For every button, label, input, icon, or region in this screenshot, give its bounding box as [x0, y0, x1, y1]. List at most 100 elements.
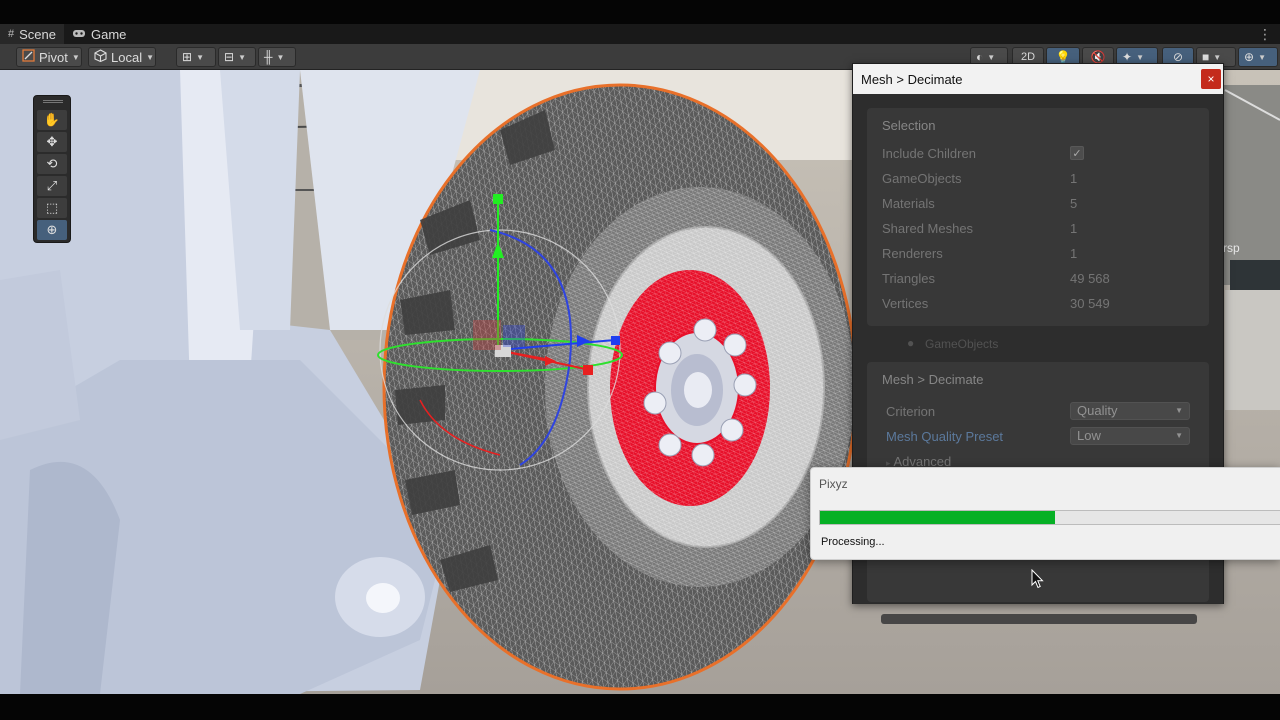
hand-icon: ✋ [43, 112, 61, 127]
scale-icon: ⤢ [46, 178, 58, 193]
stat-label: Renderers [882, 246, 943, 261]
stat-row: Vertices 30 549 [882, 296, 1192, 311]
editor-tab-strip: # Scene Game ⋮ [0, 24, 1280, 44]
close-icon: × [1207, 72, 1215, 86]
tab-scene[interactable]: # Scene [0, 24, 64, 44]
stat-label: Triangles [882, 271, 935, 286]
lightbulb-icon: 💡 [1055, 50, 1071, 64]
tab-game[interactable]: Game [64, 24, 134, 44]
ruler-icon: ╫ [264, 50, 273, 64]
pivot-dropdown[interactable]: Pivot ▼ [16, 47, 82, 67]
chevron-down-icon: ▼ [1175, 406, 1183, 415]
stat-row: Triangles 49 568 [882, 271, 1192, 286]
stat-value: 1 [1070, 221, 1078, 236]
cube-icon [94, 49, 107, 65]
palette-grip-icon[interactable] [43, 100, 63, 103]
progress-status: Processing... [821, 536, 885, 548]
tab-scene-label: Scene [19, 26, 56, 42]
stat-value: 1 [1070, 246, 1078, 261]
local-dropdown[interactable]: Local ▼ [88, 47, 156, 67]
stat-value: 30 549 [1070, 296, 1110, 311]
grid-icon: # [8, 28, 15, 40]
stat-label: GameObjects [882, 171, 962, 186]
globe-icon: ⊕ [1244, 50, 1255, 64]
chevron-down-icon: ▼ [1136, 52, 1144, 62]
grid-snap-icon: ⊞ [182, 50, 193, 64]
camera-icon: ■ [1202, 50, 1210, 64]
preset-label: Mesh Quality Preset [886, 429, 1004, 444]
grid-snap-dropdown[interactable]: ⊞ ▼ [176, 47, 216, 67]
move-icon: ✥ [46, 134, 58, 149]
stat-row: Shared Meshes 1 [882, 221, 1192, 236]
rect-tool-button[interactable]: ⬚ [37, 198, 67, 218]
tab-game-label: Game [91, 26, 127, 42]
toggle-2d-label: 2D [1020, 51, 1036, 63]
stat-value: 1 [1070, 171, 1078, 186]
chevron-down-icon: ▼ [238, 52, 246, 62]
stat-value: 49 568 [1070, 271, 1110, 286]
chevron-down-icon: ▼ [146, 52, 154, 62]
selection-title: Selection [882, 118, 936, 133]
chevron-down-icon: ▼ [196, 52, 204, 62]
persp-label: rsp [1223, 241, 1240, 255]
pivot-label: Pivot [39, 49, 68, 65]
rect-icon: ⬚ [45, 200, 59, 215]
criterion-dropdown[interactable]: Quality ▼ [1070, 402, 1190, 420]
tool-palette: ✋ ✥ ⟲ ⤢ ⬚ ⊕ [33, 95, 71, 243]
ruler-dropdown[interactable]: ╫ ▼ [258, 47, 296, 67]
preset-value: Low [1077, 428, 1101, 443]
criterion-label: Criterion [886, 404, 936, 419]
rotate-tool-button[interactable]: ⟲ [37, 154, 67, 174]
decimate-section-title: Mesh > Decimate [882, 372, 984, 387]
chevron-down-icon: ▼ [276, 52, 285, 62]
increment-snap-icon: ⊟ [224, 50, 235, 64]
shading-icon: ◐ [976, 50, 984, 64]
gamepad-icon [72, 28, 86, 41]
stat-label: Materials [882, 196, 935, 211]
local-label: Local [111, 49, 143, 65]
eye-hidden-icon: ⊘ [1172, 50, 1184, 64]
rotate-icon: ⟲ [46, 156, 58, 171]
close-button[interactable]: × [1201, 69, 1221, 89]
preset-dropdown[interactable]: Low ▼ [1070, 427, 1190, 445]
include-children-row: Include Children ✓ [882, 146, 1192, 161]
checkmark-icon: ✓ [1072, 147, 1082, 160]
audio-icon: 🔇 [1090, 50, 1106, 64]
scale-tool-button[interactable]: ⤢ [37, 176, 67, 196]
hand-tool-button[interactable]: ✋ [37, 110, 67, 130]
chevron-down-icon: ▼ [1258, 52, 1266, 62]
letterbox-top [0, 0, 1280, 24]
stat-value: 5 [1070, 196, 1078, 211]
chevron-down-icon: ▼ [71, 52, 80, 62]
chevron-down-icon: ▼ [987, 52, 996, 62]
ghost-node-label: GameObjects [925, 337, 999, 351]
criterion-value: Quality [1077, 403, 1118, 418]
mouse-cursor-icon [1031, 569, 1044, 589]
stat-row: Renderers 1 [882, 246, 1192, 261]
include-children-checkbox[interactable]: ✓ [1070, 146, 1084, 160]
pivot-icon [22, 49, 35, 65]
pixyz-progress-dialog: Pixyz Processing... [810, 467, 1280, 560]
transform-icon: ⊕ [46, 222, 58, 237]
chevron-down-icon: ▼ [1175, 431, 1183, 440]
move-tool-button[interactable]: ✥ [37, 132, 67, 152]
include-children-label: Include Children [882, 146, 976, 161]
chevron-down-icon: ▼ [1213, 52, 1222, 62]
more-options-icon[interactable]: ⋮ [1258, 26, 1272, 43]
increment-snap-dropdown[interactable]: ⊟ ▼ [218, 47, 256, 67]
stat-row: Materials 5 [882, 196, 1192, 211]
progress-bar [819, 510, 1280, 525]
decimate-window-title: Mesh > Decimate [861, 71, 963, 87]
stat-label: Shared Meshes [882, 221, 974, 236]
decimate-run-button[interactable] [881, 614, 1197, 624]
transform-tool-button[interactable]: ⊕ [37, 220, 67, 240]
effects-icon: ✦ [1122, 50, 1133, 64]
pixyz-title: Pixyz [819, 477, 848, 491]
stat-row: GameObjects 1 [882, 171, 1192, 186]
decimate-titlebar[interactable]: Mesh > Decimate × [853, 64, 1223, 94]
letterbox-bottom [0, 694, 1280, 720]
ghost-node-connector: ● [907, 336, 915, 350]
selection-panel: Selection Include Children ✓ GameObjects… [867, 108, 1209, 326]
progress-fill [820, 511, 1056, 524]
gizmos-dropdown[interactable]: ⊕ ▼ [1238, 47, 1278, 67]
